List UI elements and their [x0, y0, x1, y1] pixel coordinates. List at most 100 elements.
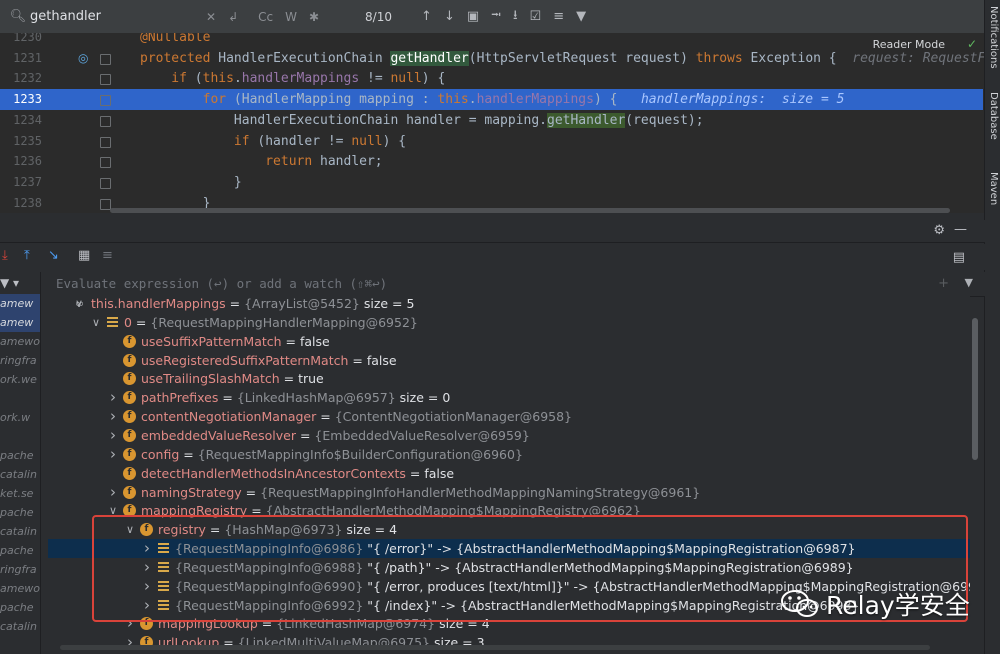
variable-row[interactable]: › f embeddedValueResolver = {EmbeddedValue… — [48, 426, 970, 445]
collapsed-chevron-icon[interactable]: › — [141, 577, 153, 596]
variable-row[interactable]: f useTrailingSlashMatch = true — [48, 369, 970, 388]
evaluate-table-icon[interactable]: ▦ — [78, 248, 90, 263]
add-watch-icon[interactable]: + — [938, 276, 949, 291]
variable-row[interactable]: › f config = {RequestMappingInfo$BuilderCo… — [48, 445, 970, 464]
stack-frame[interactable]: catalin — [0, 465, 40, 484]
minimize-icon[interactable]: — — [954, 222, 967, 237]
stack-frame[interactable]: pache — [0, 598, 40, 617]
line-number[interactable]: 1235 — [8, 131, 42, 152]
line-number[interactable]: 1231 — [8, 48, 42, 69]
editor-horizontal-scrollbar[interactable] — [110, 208, 950, 213]
variables-horizontal-scrollbar[interactable] — [60, 645, 930, 650]
variable-row[interactable]: f useSuffixPatternMatch = false — [48, 332, 970, 351]
select-checkbox-icon[interactable]: ☑ — [530, 9, 542, 24]
code-line[interactable]: 1232 if (this.handlerMappings != null) { — [0, 68, 983, 89]
variable-row[interactable]: ∨ f registry = {HashMap@6973} size = 4 — [48, 520, 970, 539]
whole-word-toggle[interactable]: W — [285, 10, 297, 24]
add-occurrence-icon[interactable]: ⭲ — [491, 6, 501, 28]
stack-frame[interactable]: ork.w — [0, 408, 40, 427]
fold-marker-icon[interactable] — [100, 115, 111, 127]
stack-frame[interactable]: amew — [0, 294, 40, 313]
override-gutter-icon[interactable]: ◎ — [78, 48, 88, 69]
variable-row[interactable]: › f contentNegotiationManager = {ContentNe… — [48, 407, 970, 426]
expanded-chevron-icon[interactable]: ∨ — [107, 501, 119, 520]
remove-occurrence-icon[interactable]: ⭳ — [513, 6, 518, 28]
collapsed-chevron-icon[interactable]: › — [141, 539, 153, 558]
notifications-tab[interactable]: Notifications — [988, 6, 999, 69]
variable-row[interactable]: › {RequestMappingInfo@6986} "{ /error}" -… — [48, 539, 970, 559]
settings-gear-icon[interactable]: ⚙ — [933, 223, 945, 238]
line-number[interactable]: 1232 — [8, 68, 42, 89]
frames-list[interactable]: ▼ ▾ amew amew amewor ringfra ork.we ork.w pach… — [0, 272, 41, 654]
stack-frame[interactable]: ket.se — [0, 484, 40, 503]
code-editor[interactable]: 1230 @Nullable 1231 ◎ protected HandlerExecu… — [0, 33, 985, 213]
stack-frame[interactable]: amewor — [0, 332, 40, 351]
step-into-icon[interactable]: ⤓ — [2, 248, 8, 263]
fold-marker-icon[interactable] — [100, 198, 111, 210]
evaluate-input[interactable]: Evaluate expression (↩) or add a watch (… — [56, 276, 387, 291]
search-icon[interactable]: 🔍︎ — [6, 9, 30, 24]
code-line[interactable]: 1236 return handler; — [0, 151, 983, 172]
expanded-chevron-icon[interactable]: ∨ — [124, 520, 136, 539]
stack-frame[interactable]: pache — [0, 541, 40, 560]
database-tab[interactable]: Database — [988, 92, 999, 140]
stack-frame[interactable]: pache — [0, 503, 40, 522]
variable-row[interactable]: ∨ ∞ this.handlerMappings = {ArrayList@5452… — [48, 294, 970, 313]
collapsed-chevron-icon[interactable]: › — [107, 483, 119, 502]
filter-lines-icon[interactable]: ≡ — [553, 9, 564, 24]
step-out-icon[interactable]: ⤒ — [24, 248, 30, 263]
reader-mode-label[interactable]: Reader Mode — [873, 38, 945, 51]
select-all-occurrences-icon[interactable]: ▣ — [467, 9, 479, 24]
variable-row[interactable]: › f pathPrefixes = {LinkedHashMap@6957} si… — [48, 388, 970, 407]
variable-row[interactable]: › f namingStrategy = {RequestMappingInfoHa… — [48, 483, 970, 502]
stack-frame[interactable]: ringfra — [0, 351, 40, 370]
stack-frame[interactable] — [0, 427, 40, 446]
stack-frame[interactable]: ork.we — [0, 370, 40, 389]
variable-row[interactable]: f useRegisteredSuffixPatternMatch = false — [48, 351, 970, 370]
variable-row[interactable]: ∨ f mappingRegistry = {AbstractHandlerMeth… — [48, 501, 970, 520]
collapsed-chevron-icon[interactable]: › — [141, 558, 153, 577]
fold-marker-icon[interactable] — [100, 74, 111, 86]
previous-match-icon[interactable]: ↑ — [421, 9, 432, 24]
regex-toggle-icon[interactable]: ✱ — [309, 10, 319, 24]
stack-frame[interactable]: catalin — [0, 617, 40, 636]
line-number[interactable]: 1236 — [8, 151, 42, 172]
variable-row[interactable]: ∨ 0 = {RequestMappingHandlerMapping@6952} — [48, 313, 970, 332]
code-line[interactable]: 1231 ◎ protected HandlerExecutionChain get… — [0, 48, 985, 69]
clear-search-icon[interactable]: ✕ — [206, 10, 216, 24]
collapsed-chevron-icon[interactable]: › — [107, 426, 119, 445]
fold-marker-icon[interactable] — [100, 95, 111, 107]
code-line[interactable]: 1237 } — [0, 172, 983, 193]
line-number[interactable]: 1237 — [8, 172, 42, 193]
line-number[interactable]: 1238 — [8, 193, 42, 213]
layout-icon[interactable]: ▤ — [953, 250, 965, 265]
fold-marker-icon[interactable] — [100, 177, 111, 189]
run-to-cursor-icon[interactable]: ↘ — [48, 248, 59, 263]
stack-frame[interactable]: pache — [0, 446, 40, 465]
variables-scrollbar[interactable] — [972, 318, 978, 460]
collapsed-chevron-icon[interactable]: › — [107, 407, 119, 426]
collapsed-chevron-icon[interactable]: › — [141, 596, 153, 615]
stack-frame[interactable] — [0, 389, 40, 408]
fold-marker-icon[interactable] — [100, 157, 111, 169]
collapsed-chevron-icon[interactable]: › — [107, 388, 119, 407]
search-input[interactable]: gethandler — [30, 9, 200, 24]
filter-icon[interactable]: ▼ — [576, 9, 586, 24]
fold-marker-icon[interactable] — [100, 136, 111, 148]
inspection-ok-icon[interactable]: ✓ — [967, 37, 977, 51]
maven-tab[interactable]: Maven — [988, 172, 999, 205]
line-number[interactable]: 1234 — [8, 110, 42, 131]
match-case-toggle[interactable]: Cc — [258, 10, 273, 24]
code-line[interactable]: 1230 @Nullable — [0, 33, 983, 48]
trace-icon[interactable]: ≡ — [102, 248, 113, 263]
collapsed-chevron-icon[interactable]: › — [107, 445, 119, 464]
expanded-chevron-icon[interactable]: ∨ — [90, 313, 102, 332]
code-line[interactable]: 1234 HandlerExecutionChain handler = map… — [0, 110, 983, 131]
stack-frame[interactable]: ringfra — [0, 560, 40, 579]
code-line[interactable]: 1235 if (handler != null) { — [0, 131, 983, 152]
next-match-icon[interactable]: ↓ — [444, 9, 455, 24]
collapsed-chevron-icon[interactable]: › — [124, 614, 136, 633]
stack-frame[interactable]: amew — [0, 313, 40, 332]
frames-filter[interactable]: ▼ ▾ — [0, 272, 40, 294]
variable-row[interactable]: f detectHandlerMethodsInAncestorContexts … — [48, 464, 970, 483]
